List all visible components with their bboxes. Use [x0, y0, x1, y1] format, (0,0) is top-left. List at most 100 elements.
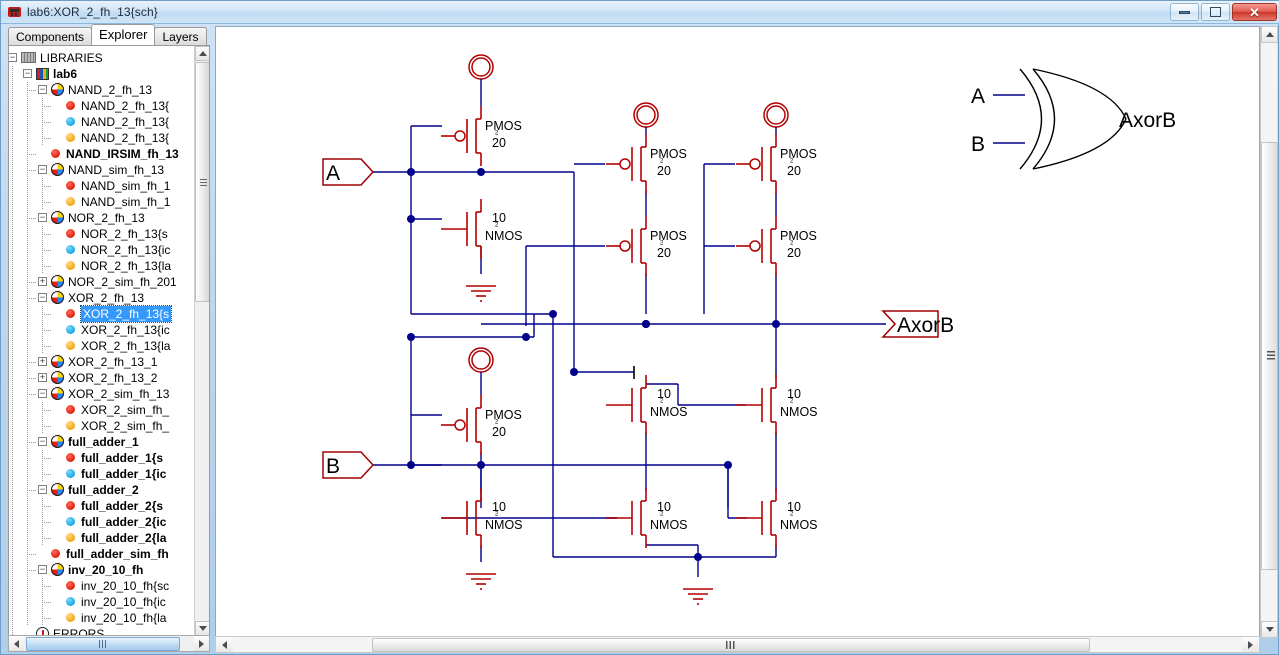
tab-explorer[interactable]: Explorer — [91, 24, 156, 45]
tree-item[interactable]: NAND_sim_fh_1 — [9, 178, 195, 194]
tree-connector — [12, 370, 13, 386]
tree-connector — [12, 226, 13, 242]
collapse-icon[interactable]: − — [38, 213, 47, 222]
tree-item[interactable]: − full_adder_2 — [9, 482, 195, 498]
cell-group-icon — [51, 355, 64, 368]
tree-item[interactable]: − LIBRARIES — [9, 50, 195, 66]
orange-view-icon — [66, 133, 75, 142]
tree-item[interactable]: + NOR_2_sim_fh_201 — [9, 274, 195, 290]
tree-hscroll-thumb[interactable] — [26, 637, 180, 651]
canvas-horizontal-scrollbar[interactable] — [215, 636, 1260, 653]
tree-item[interactable]: NOR_2_fh_13{ic — [9, 242, 195, 258]
tree-item-label: full_adder_sim_fh — [66, 547, 169, 561]
tree-item-label: XOR_2_sim_fh_13 — [68, 387, 170, 401]
tree-item[interactable]: full_adder_2{la — [9, 530, 195, 546]
collapse-icon[interactable]: − — [23, 69, 32, 78]
tree-item[interactable]: XOR_2_sim_fh_ — [9, 402, 195, 418]
tree-item[interactable]: NAND_IRSIM_fh_13 — [9, 146, 195, 162]
transistor-width-label: 20 — [657, 164, 671, 178]
tree-item-selected[interactable]: XOR_2_fh_13{s — [9, 305, 195, 323]
canvas-hscroll-thumb[interactable] — [372, 638, 1090, 652]
input-port-a-label: A — [326, 162, 340, 185]
tree-item-label: inv_20_10_fh{la — [81, 611, 167, 625]
transistor-type-label: NMOS — [650, 518, 688, 532]
canvas-scroll-thumb[interactable] — [1261, 142, 1278, 570]
tree-item[interactable]: XOR_2_sim_fh_ — [9, 418, 195, 434]
collapse-icon[interactable]: − — [38, 485, 47, 494]
tree-hscroll-left-button[interactable] — [9, 636, 24, 651]
orange-view-icon — [66, 533, 75, 542]
tree-vertical-scrollbar[interactable] — [194, 46, 209, 636]
tree-item[interactable]: full_adder_2{ic — [9, 514, 195, 530]
canvas-vertical-scrollbar[interactable] — [1260, 26, 1278, 638]
tree-item[interactable]: NOR_2_fh_13{la — [9, 258, 195, 274]
tree-horizontal-scrollbar[interactable] — [8, 635, 210, 652]
tree-item[interactable]: XOR_2_fh_13{la — [9, 338, 195, 354]
tree-item[interactable]: inv_20_10_fh{la — [9, 610, 195, 626]
collapse-icon[interactable]: − — [9, 53, 17, 62]
tree-item[interactable]: inv_20_10_fh{ic — [9, 594, 195, 610]
tree-item[interactable]: − lab6 — [9, 66, 195, 82]
tree-connector — [27, 338, 28, 354]
collapse-icon[interactable]: − — [38, 85, 47, 94]
tree-item[interactable]: NAND_2_fh_13{ — [9, 114, 195, 130]
tree-scroll-up-button[interactable] — [195, 46, 209, 61]
canvas-hscroll-right-button[interactable] — [1242, 637, 1259, 652]
tree-item[interactable]: NAND_sim_fh_1 — [9, 194, 195, 210]
tree-connector — [27, 530, 28, 546]
tree-connector — [12, 258, 13, 274]
tab-components[interactable]: Components — [8, 27, 93, 45]
canvas-scroll-up-button[interactable] — [1261, 26, 1278, 43]
expand-icon[interactable]: + — [38, 373, 47, 382]
tree-connector — [12, 162, 13, 178]
tree-item[interactable]: full_adder_2{s — [9, 498, 195, 514]
collapse-icon[interactable]: − — [38, 165, 47, 174]
tree-connector — [27, 226, 28, 242]
tree-scroll-thumb[interactable] — [195, 62, 209, 302]
tree-item[interactable]: + XOR_2_fh_13_1 — [9, 354, 195, 370]
tree-connector — [12, 498, 13, 514]
restore-button[interactable] — [1201, 3, 1230, 21]
tree-item[interactable]: full_adder_sim_fh — [9, 546, 195, 562]
grip-icon — [1267, 351, 1275, 361]
schematic-canvas[interactable]: PMOS 2 20 10 2 NMOS PMOS 2 20 PMOS 2 20 PMOS 2 20 PMOS 2… — [215, 26, 1260, 638]
tree-item[interactable]: − XOR_2_fh_13 — [9, 290, 195, 306]
tree-hscroll-right-button[interactable] — [194, 636, 209, 651]
tree-item[interactable]: + XOR_2_fh_13_2 — [9, 370, 195, 386]
tree-item-label: NOR_2_fh_13 — [68, 211, 145, 225]
tree-item[interactable]: − XOR_2_sim_fh_13 — [9, 386, 195, 402]
collapse-icon[interactable]: − — [38, 293, 47, 302]
tree-item[interactable]: full_adder_1{s — [9, 450, 195, 466]
tree-connector — [27, 362, 37, 363]
tree-item[interactable]: − NOR_2_fh_13 — [9, 210, 195, 226]
expand-icon[interactable]: + — [38, 277, 47, 286]
tree-item[interactable]: − inv_20_10_fh — [9, 562, 195, 578]
tree-item[interactable]: full_adder_1{ic — [9, 466, 195, 482]
close-button[interactable]: ✕ — [1232, 3, 1277, 21]
tree-scroll-down-button[interactable] — [195, 621, 209, 636]
transistor-type-label: PMOS — [485, 408, 522, 422]
canvas-scroll-down-button[interactable] — [1261, 621, 1278, 638]
tree-item[interactable]: NOR_2_fh_13{s — [9, 226, 195, 242]
tree-item-label: XOR_2_fh_13{ic — [81, 323, 170, 337]
tree-item[interactable]: NAND_2_fh_13{ — [9, 130, 195, 146]
transistor-type-label: PMOS — [780, 229, 817, 243]
tree-item[interactable]: − NAND_sim_fh_13 — [9, 162, 195, 178]
expand-icon[interactable]: + — [38, 357, 47, 366]
tree-connector — [27, 610, 28, 626]
collapse-icon[interactable]: − — [38, 565, 47, 574]
cell-group-icon — [51, 387, 64, 400]
collapse-icon[interactable]: − — [38, 389, 47, 398]
collapse-icon[interactable]: − — [38, 437, 47, 446]
explorer-tree[interactable]: − LIBRARIES − lab6− NAND_2_fh_13 NAND_2_fh_13… — [8, 45, 210, 637]
tree-item[interactable]: − NAND_2_fh_13 — [9, 82, 195, 98]
tree-connector — [27, 466, 28, 482]
minimize-button[interactable] — [1170, 3, 1199, 21]
tree-item[interactable]: inv_20_10_fh{sc — [9, 578, 195, 594]
tree-connector — [12, 306, 13, 322]
canvas-hscroll-left-button[interactable] — [216, 637, 233, 652]
tree-item[interactable]: NAND_2_fh_13{ — [9, 98, 195, 114]
tab-layers[interactable]: Layers — [154, 27, 207, 45]
tree-item[interactable]: − full_adder_1 — [9, 434, 195, 450]
tree-item[interactable]: XOR_2_fh_13{ic — [9, 322, 195, 338]
